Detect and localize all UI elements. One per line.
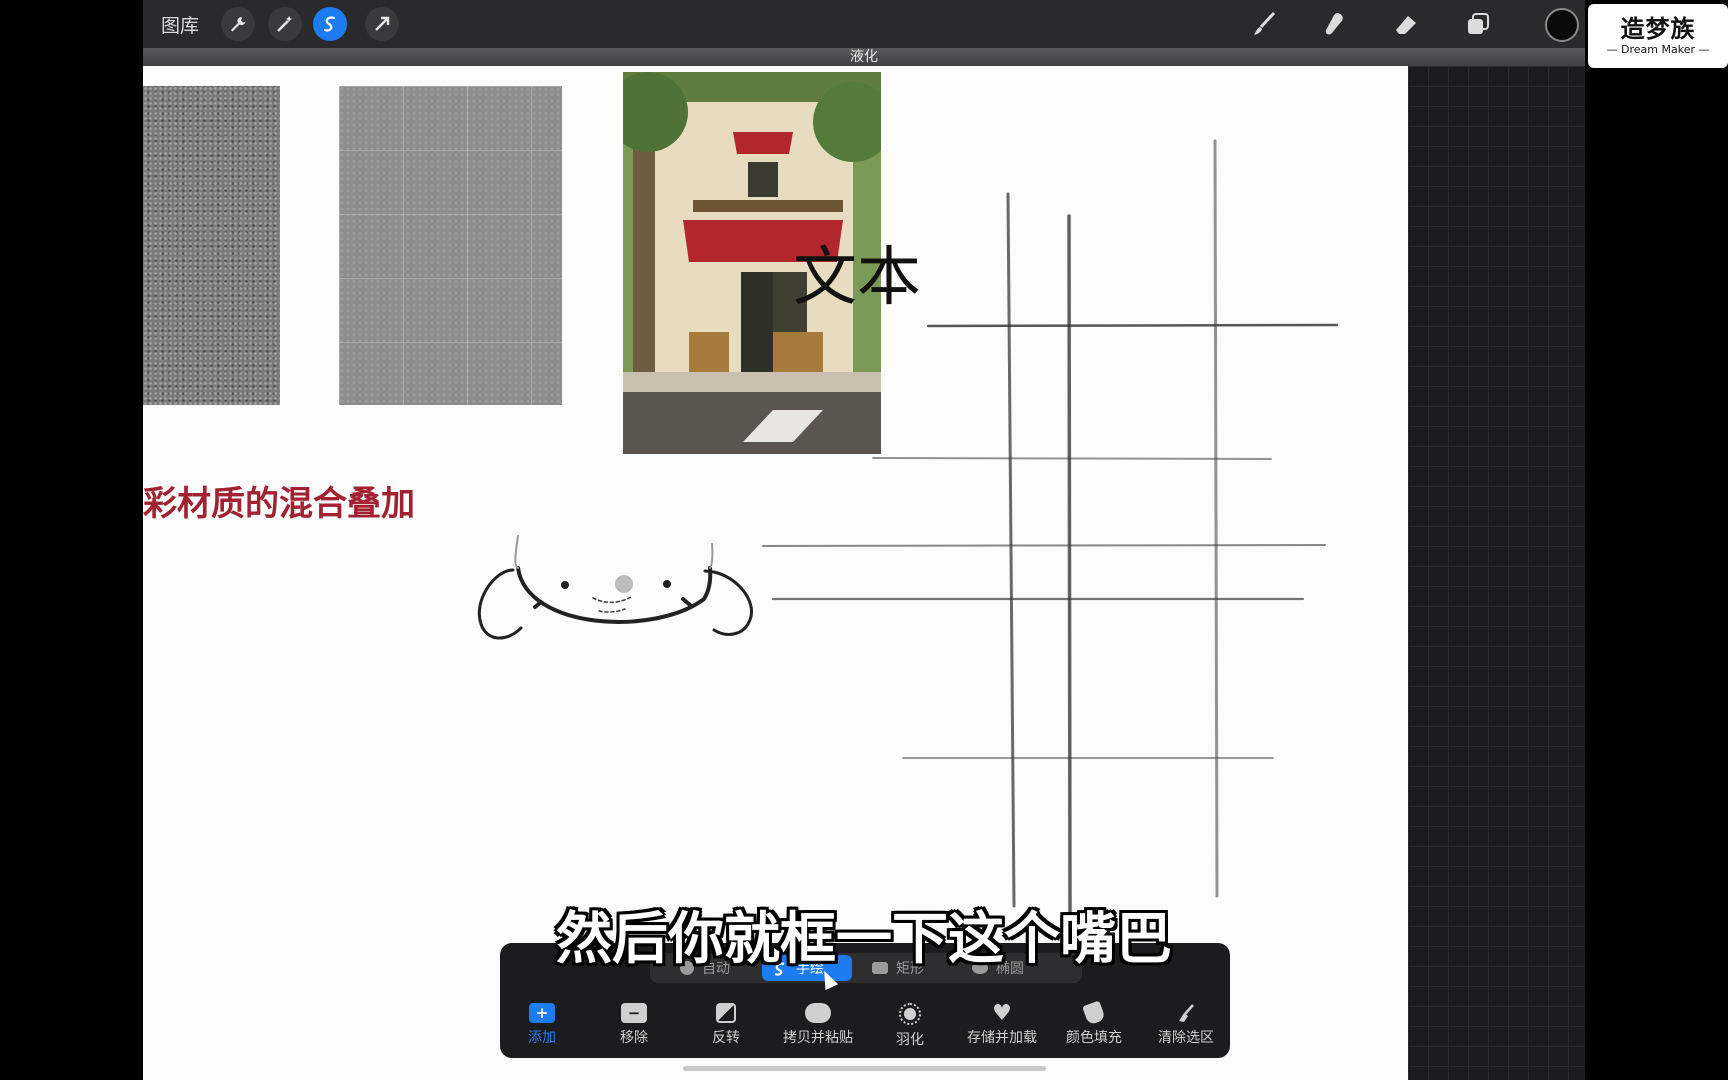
clear-icon bbox=[1173, 1003, 1199, 1023]
add-button[interactable]: + 添加 bbox=[497, 1003, 587, 1047]
copy-paste-label: 拷贝并粘贴 bbox=[783, 1030, 853, 1046]
remove-label: 移除 bbox=[620, 1030, 648, 1046]
color-fill-button[interactable]: 颜色填充 bbox=[1049, 1000, 1139, 1047]
eraser-icon[interactable] bbox=[1388, 6, 1424, 42]
heart-icon: ♥ bbox=[992, 1000, 1012, 1026]
feather-icon bbox=[899, 1003, 921, 1025]
selection-icon[interactable] bbox=[313, 7, 347, 41]
invert-icon bbox=[716, 1003, 736, 1023]
video-subtitle: 然后你就框一下这个嘴巴 bbox=[556, 907, 1172, 972]
smudge-icon[interactable] bbox=[1316, 6, 1352, 42]
transform-arrow-icon[interactable] bbox=[365, 7, 399, 41]
copy-paste-button[interactable]: 拷贝并粘贴 bbox=[773, 1003, 863, 1047]
logo-en-text: — Dream Maker — bbox=[1606, 43, 1710, 56]
save-load-button[interactable]: ♥ 存储并加载 bbox=[957, 1000, 1047, 1047]
clear-selection-label: 清除选区 bbox=[1158, 1030, 1214, 1046]
add-icon: + bbox=[529, 1003, 555, 1023]
home-indicator[interactable] bbox=[683, 1066, 1046, 1071]
brush-icon[interactable] bbox=[1246, 6, 1282, 42]
logo-cn-text: 造梦族 bbox=[1620, 15, 1696, 43]
gallery-button[interactable]: 图库 bbox=[161, 11, 199, 38]
save-load-label: 存储并加载 bbox=[967, 1030, 1037, 1046]
top-toolbar: 图库 bbox=[143, 0, 1585, 48]
fill-icon bbox=[1082, 1000, 1106, 1026]
invert-button[interactable]: 反转 bbox=[681, 1003, 771, 1047]
add-label: 添加 bbox=[528, 1030, 556, 1046]
layers-icon[interactable] bbox=[1460, 6, 1496, 42]
liquify-title-strip: 液化 bbox=[143, 48, 1585, 66]
feather-button[interactable]: 羽化 bbox=[865, 1003, 955, 1049]
screen: 图库 液化 造梦族 — Dream Maker — 文本 彩材质的混合叠加 自动… bbox=[0, 0, 1728, 1080]
liquify-label: 液化 bbox=[850, 49, 878, 65]
clear-selection-button[interactable]: 清除选区 bbox=[1141, 1003, 1231, 1047]
remove-icon: − bbox=[621, 1003, 647, 1023]
color-fill-label: 颜色填充 bbox=[1066, 1030, 1122, 1046]
magic-wand-icon[interactable] bbox=[268, 7, 302, 41]
dream-maker-logo: 造梦族 — Dream Maker — bbox=[1588, 4, 1728, 68]
copy-paste-icon bbox=[805, 1003, 831, 1023]
remove-button[interactable]: − 移除 bbox=[589, 1003, 679, 1047]
invert-label: 反转 bbox=[712, 1030, 740, 1046]
feather-label: 羽化 bbox=[896, 1032, 924, 1048]
color-picker-swatch[interactable] bbox=[1545, 8, 1579, 42]
wrench-icon[interactable] bbox=[221, 7, 255, 41]
